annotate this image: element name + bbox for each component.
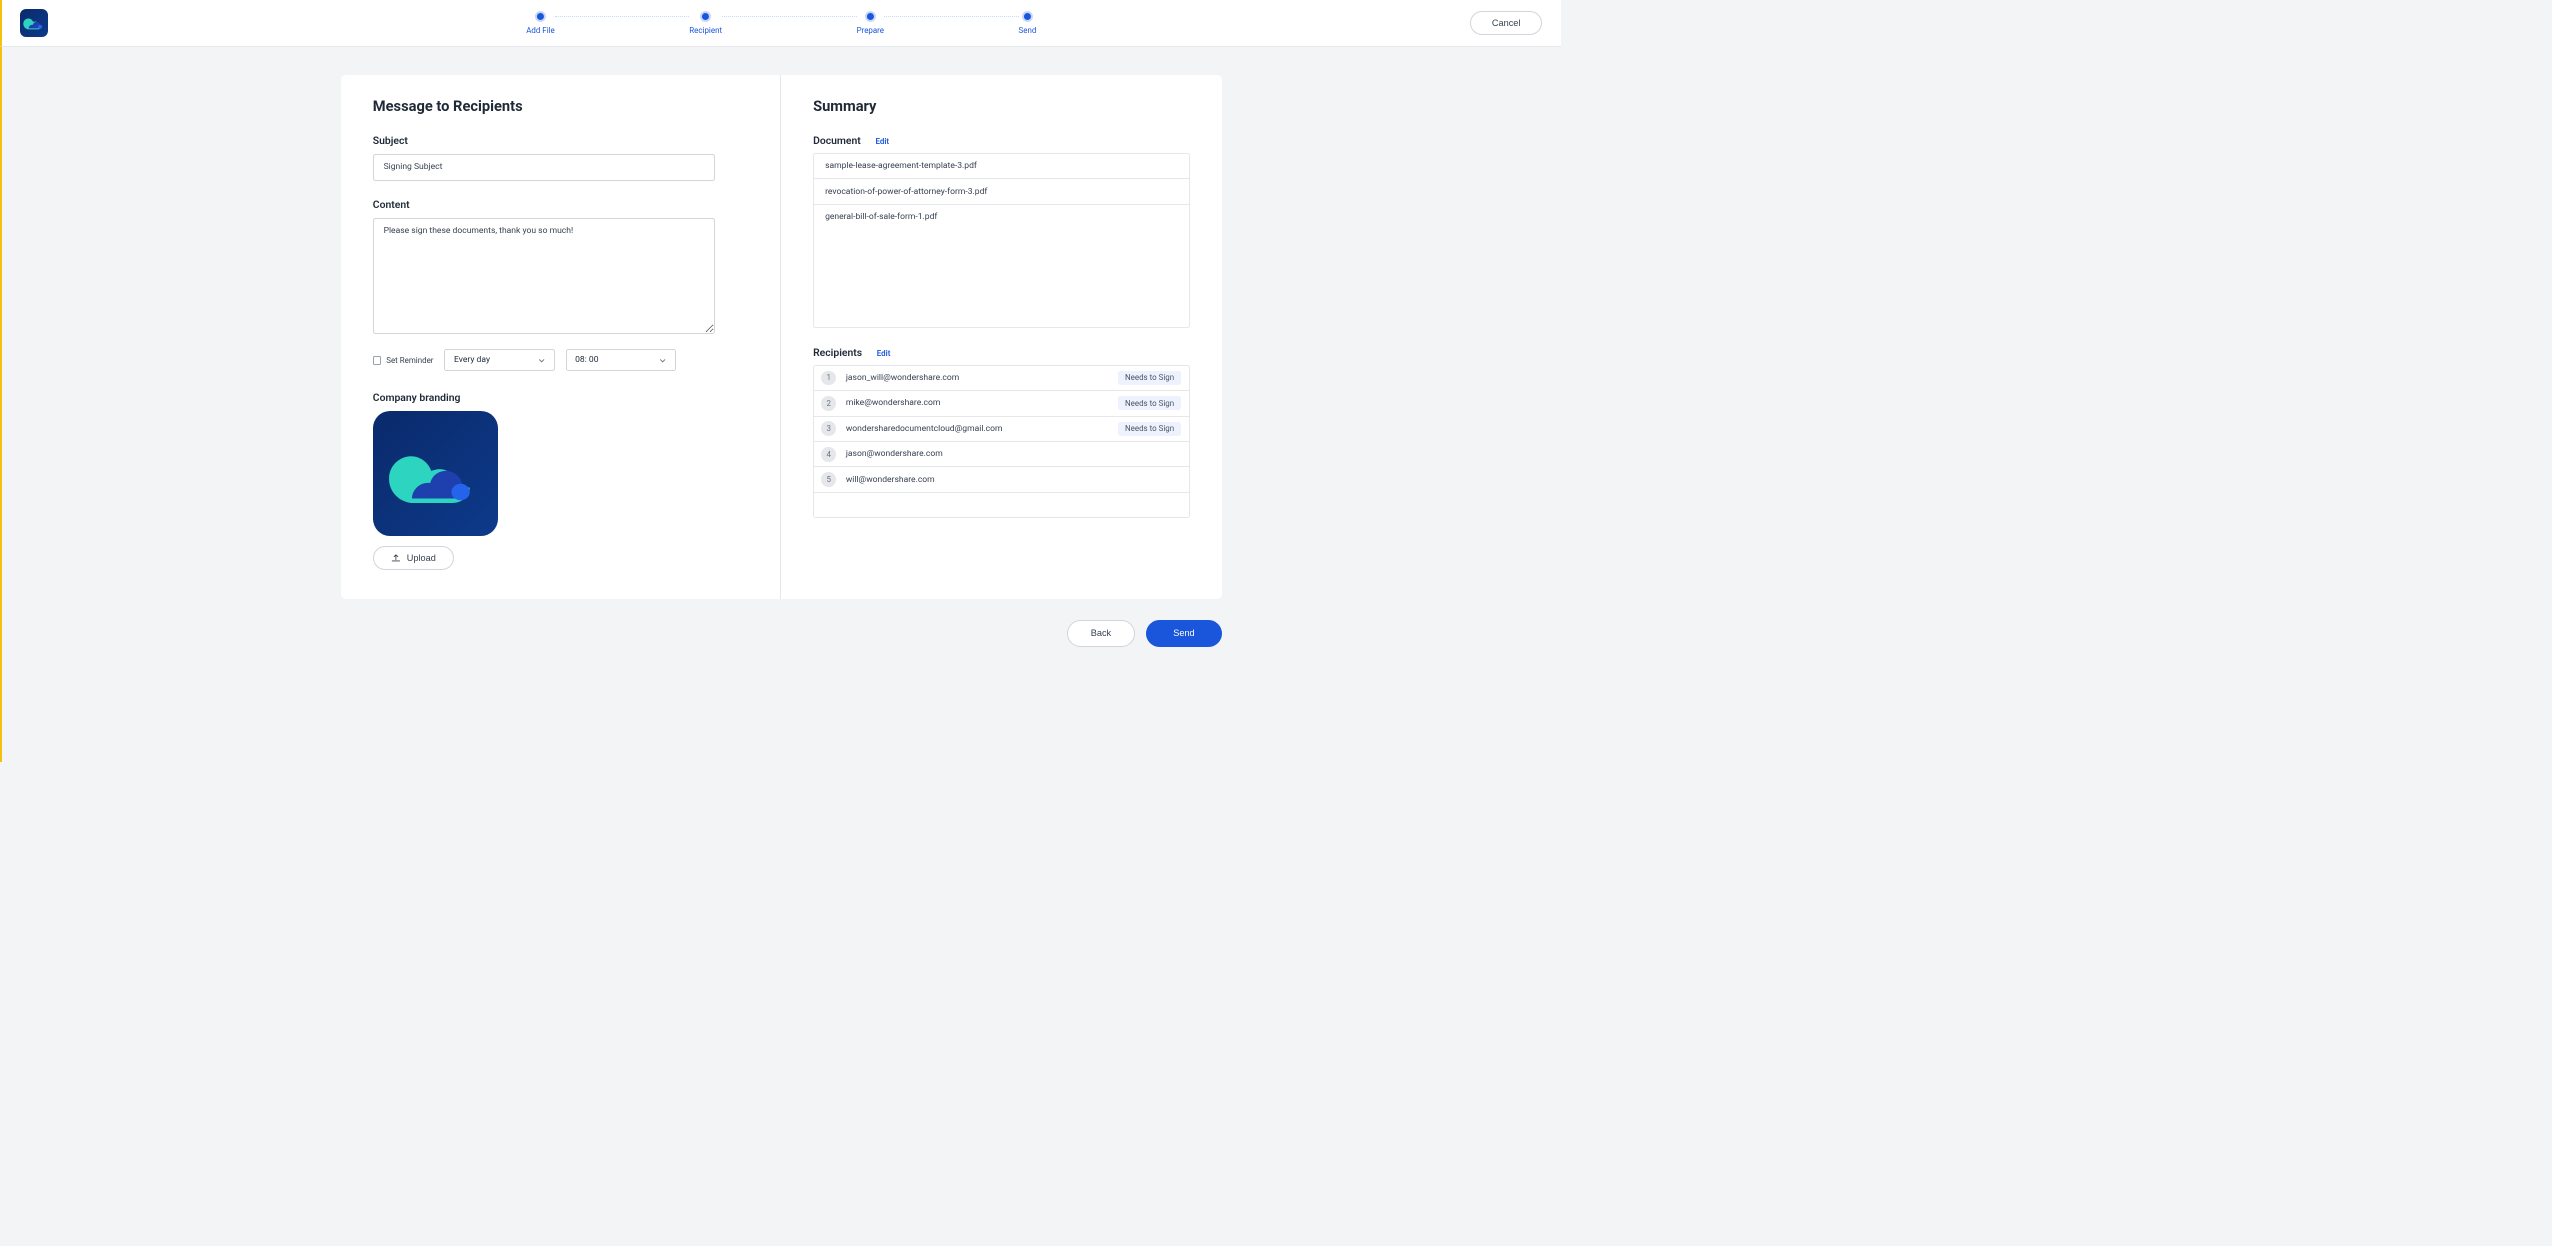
status-badge: Needs to Sign: [1118, 371, 1182, 385]
step-send[interactable]: Send: [1019, 11, 1037, 35]
document-row: sample-lease-agreement-template-3.pdf: [814, 154, 1189, 180]
recipients-label: Recipients: [813, 346, 862, 359]
chevron-down-icon: [659, 357, 666, 364]
step-dot-icon: [865, 11, 876, 22]
recipient-row: 4 jason@wondershare.com: [814, 442, 1189, 467]
app-logo: [20, 9, 48, 37]
step-add-file[interactable]: Add File: [526, 11, 555, 35]
recipient-number: 4: [821, 447, 836, 462]
main-card: Message to Recipients Subject Content Se…: [341, 75, 1222, 599]
recipient-row: 1 jason_will@wondershare.com Needs to Si…: [814, 366, 1189, 391]
recipient-number: 1: [821, 371, 836, 386]
page-body: Message to Recipients Subject Content Se…: [0, 47, 1561, 762]
recipient-row: 2 mike@wondershare.com Needs to Sign: [814, 391, 1189, 416]
time-value: 08: 00: [575, 355, 598, 365]
recipient-number: 3: [821, 421, 836, 436]
cancel-button[interactable]: Cancel: [1470, 11, 1542, 35]
frequency-value: Every day: [454, 355, 490, 365]
step-connector: [884, 16, 1019, 17]
app-header: Add File Recipient Prepare Send Cancel: [0, 0, 1561, 47]
edit-documents-link[interactable]: Edit: [875, 137, 889, 146]
recipient-number: 2: [821, 396, 836, 411]
recipient-email: will@wondershare.com: [846, 475, 1182, 485]
upload-icon: [391, 553, 401, 563]
step-prepare[interactable]: Prepare: [857, 11, 884, 35]
document-row: revocation-of-power-of-attorney-form-3.p…: [814, 179, 1189, 205]
message-title: Message to Recipients: [373, 97, 749, 115]
step-dot-icon: [535, 11, 546, 22]
reminder-time-select[interactable]: 08: 00: [566, 349, 676, 371]
step-dot-icon: [700, 11, 711, 22]
set-reminder-checkbox[interactable]: Set Reminder: [373, 356, 434, 365]
status-badge: Needs to Sign: [1118, 396, 1182, 410]
recipient-email: wondersharedocumentcloud@gmail.com: [846, 424, 1108, 434]
recipient-row: 3 wondersharedocumentcloud@gmail.com Nee…: [814, 417, 1189, 442]
list-spacer: [814, 230, 1189, 328]
content-label: Content: [373, 198, 749, 211]
summary-panel: Summary Document Edit sample-lease-agree…: [781, 75, 1221, 599]
recipient-row: 5 will@wondershare.com: [814, 467, 1189, 492]
document-label: Document: [813, 134, 861, 147]
step-connector: [722, 16, 857, 17]
recipient-email: mike@wondershare.com: [846, 398, 1108, 408]
chevron-down-icon: [538, 357, 545, 364]
document-list: sample-lease-agreement-template-3.pdf re…: [813, 153, 1190, 329]
footer-actions: Back Send: [341, 599, 1222, 667]
subject-input[interactable]: [373, 154, 715, 181]
recipient-number: 5: [821, 472, 836, 487]
step-connector: [555, 16, 690, 17]
message-panel: Message to Recipients Subject Content Se…: [341, 75, 781, 599]
edit-recipients-link[interactable]: Edit: [877, 349, 891, 358]
cloud-icon: [23, 14, 45, 31]
upload-label: Upload: [407, 553, 436, 563]
cloud-icon: [386, 437, 484, 510]
step-dot-icon: [1022, 11, 1033, 22]
progress-stepper: Add File Recipient Prepare Send: [526, 11, 1036, 35]
reminder-frequency-select[interactable]: Every day: [444, 349, 554, 371]
subject-label: Subject: [373, 134, 749, 147]
back-button[interactable]: Back: [1067, 620, 1136, 647]
document-row: general-bill-of-sale-form-1.pdf: [814, 205, 1189, 230]
summary-title: Summary: [813, 97, 1190, 115]
checkbox-icon: [373, 356, 382, 365]
reminder-row: Set Reminder Every day 08: 00: [373, 349, 749, 371]
recipient-email: jason@wondershare.com: [846, 449, 1182, 459]
document-heading: Document Edit: [813, 134, 1190, 147]
list-spacer: [814, 493, 1189, 517]
branding-label: Company branding: [373, 391, 749, 404]
send-button[interactable]: Send: [1146, 620, 1221, 647]
content-textarea[interactable]: [373, 218, 715, 334]
status-badge: Needs to Sign: [1118, 422, 1182, 436]
step-recipient[interactable]: Recipient: [689, 11, 722, 35]
branding-preview: [373, 411, 498, 536]
recipient-list: 1 jason_will@wondershare.com Needs to Si…: [813, 365, 1190, 519]
recipients-heading: Recipients Edit: [813, 346, 1190, 359]
recipient-email: jason_will@wondershare.com: [846, 373, 1108, 383]
set-reminder-label: Set Reminder: [386, 356, 433, 365]
upload-button[interactable]: Upload: [373, 546, 454, 570]
